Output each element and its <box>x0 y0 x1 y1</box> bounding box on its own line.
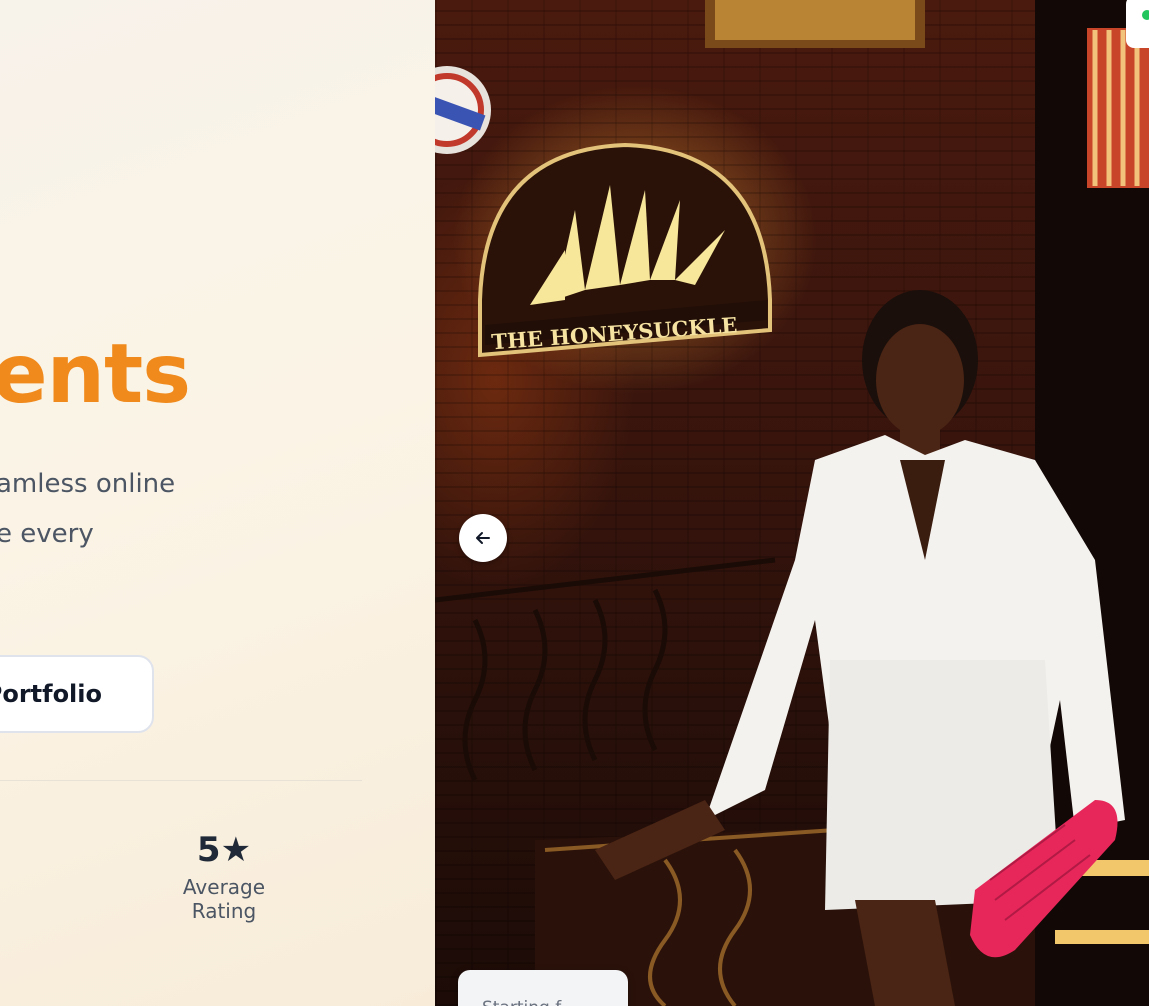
previous-slide-button[interactable] <box>459 514 507 562</box>
arrow-left-icon <box>476 532 490 544</box>
gallery-image: THE HONEYSUCKLE <box>435 0 1149 1006</box>
rating-stat: 5★ Average Rating <box>150 830 298 924</box>
hero-headline: ents <box>0 327 191 422</box>
hero-section: ents amless online e every Portfolio 5★ … <box>0 0 435 1006</box>
hero-description-line-2: e every <box>0 519 94 549</box>
rating-value: 5★ <box>196 830 252 870</box>
hero-description-line-1: amless online <box>0 469 176 499</box>
status-dot <box>1142 10 1149 20</box>
rating-label: Average Rating <box>182 875 266 924</box>
view-portfolio-button[interactable]: Portfolio <box>0 655 154 733</box>
event-photo: THE HONEYSUCKLE <box>435 0 1149 1006</box>
pricing-card-text: Starting f <box>482 998 561 1006</box>
stats-divider <box>0 780 362 781</box>
top-status-card <box>1126 0 1149 48</box>
portfolio-button-label: Portfolio <box>0 680 102 708</box>
pricing-card: Starting f <box>458 970 628 1006</box>
